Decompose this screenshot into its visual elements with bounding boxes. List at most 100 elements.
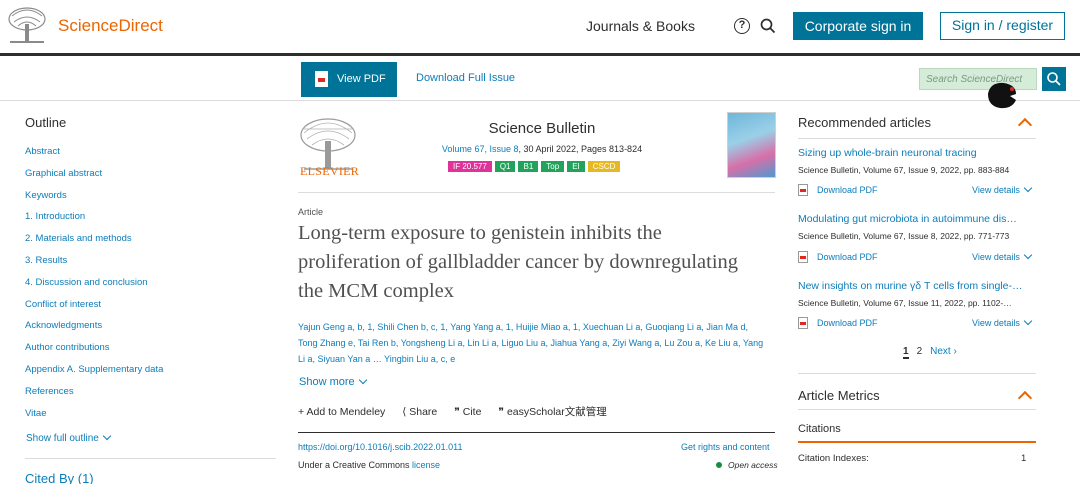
recommended-article-meta: Science Bulletin, Volume 67, Issue 11, 2…: [798, 298, 1012, 308]
download-pdf-link[interactable]: Download PDF: [798, 251, 878, 263]
view-details-link[interactable]: View details: [972, 316, 1033, 328]
page-2-link[interactable]: 2: [917, 346, 923, 357]
pacman-cursor-icon: [988, 82, 1016, 109]
get-rights-link[interactable]: Get rights and content: [681, 442, 770, 452]
volume-info: Volume 67, Issue 8, 30 April 2022, Pages…: [420, 144, 664, 154]
outline-list: Abstract Graphical abstract Keywords 1. …: [25, 146, 163, 429]
divider: [798, 409, 1036, 410]
author-list[interactable]: Yajun Geng a, b, 1, Shili Chen b, c, 1, …: [298, 319, 768, 367]
show-more-button[interactable]: Show more: [299, 375, 367, 388]
corporate-signin-button[interactable]: Corporate sign in: [793, 12, 923, 40]
pdf-file-icon: [798, 251, 808, 263]
outline-item[interactable]: Keywords: [25, 190, 163, 212]
outline-item[interactable]: Appendix A. Supplementary data: [25, 364, 163, 386]
top-header: ScienceDirect Journals & Books ? Corpora…: [0, 0, 1080, 56]
download-pdf-link[interactable]: Download PDF: [798, 184, 878, 196]
outline-item[interactable]: Abstract: [25, 146, 163, 168]
recommended-pagination: 1 2 Next ›: [903, 346, 965, 359]
citations-label: Citations: [798, 423, 841, 435]
outline-item[interactable]: 4. Discussion and conclusion: [25, 277, 163, 299]
volume-issue-link[interactable]: Volume 67, Issue 8: [442, 144, 519, 154]
chevron-down-icon: [1023, 250, 1033, 260]
divider: [798, 373, 1036, 374]
outline-item[interactable]: Acknowledgments: [25, 320, 163, 342]
help-icon[interactable]: ?: [734, 18, 750, 34]
license-line: Under a Creative Commons license: [298, 460, 440, 470]
quote-icon: ❞: [454, 406, 463, 418]
download-full-issue-link[interactable]: Download Full Issue: [416, 72, 515, 84]
recommended-article-meta: Science Bulletin, Volume 67, Issue 9, 20…: [798, 165, 1010, 175]
show-full-outline-label: Show full outline: [26, 433, 99, 444]
journal-title[interactable]: Science Bulletin: [440, 120, 644, 137]
article-title: Long-term exposure to genistein inhibits…: [298, 222, 739, 302]
outline-item[interactable]: References: [25, 386, 163, 408]
easyscholar-button[interactable]: ❞ easyScholar文献管理: [498, 404, 606, 419]
outline-item[interactable]: 3. Results: [25, 255, 163, 277]
search-icon[interactable]: [760, 18, 776, 34]
recommended-article-title[interactable]: Modulating gut microbiota in autoimmune …: [798, 213, 1036, 225]
elsevier-wordmark: ELSEVIER: [300, 164, 360, 178]
outline-item[interactable]: Conflict of interest: [25, 299, 163, 321]
search-submit-button[interactable]: [1042, 67, 1066, 91]
cited-by-heading[interactable]: Cited By (1): [25, 471, 94, 484]
license-link[interactable]: license: [412, 460, 440, 470]
outline-item[interactable]: 1. Introduction: [25, 211, 163, 233]
open-access-label: Open access: [728, 460, 778, 470]
elsevier-tree-logo-icon[interactable]: [6, 6, 48, 44]
recommended-article-title[interactable]: New insights on murine γδ T cells from s…: [798, 280, 1036, 292]
download-pdf-label: Download PDF: [817, 252, 878, 262]
outline-item[interactable]: Graphical abstract: [25, 168, 163, 190]
open-access-status: Open access: [716, 460, 778, 470]
volume-date-pages: , 30 April 2022, Pages 813-824: [518, 144, 643, 154]
pdf-file-icon: [798, 184, 808, 196]
badge-impact-factor: IF 20.577: [448, 161, 492, 172]
show-more-label: Show more: [299, 376, 355, 388]
divider: [798, 441, 1036, 443]
article-type-label: Article: [298, 207, 324, 217]
view-details-link[interactable]: View details: [972, 183, 1033, 195]
next-page-link[interactable]: Next ›: [930, 346, 957, 357]
article-metrics-heading: Article Metrics: [798, 388, 880, 403]
cite-label: Cite: [462, 406, 482, 418]
search-icon: [1047, 72, 1061, 86]
page-current[interactable]: 1: [903, 346, 909, 359]
download-pdf-label: Download PDF: [817, 185, 878, 195]
chevron-down-icon: [358, 375, 367, 385]
signin-register-button[interactable]: Sign in / register: [940, 12, 1065, 40]
divider: [25, 458, 276, 459]
journals-books-link[interactable]: Journals & Books: [586, 18, 695, 34]
view-pdf-button[interactable]: View PDF: [301, 62, 397, 97]
open-access-dot-icon: [716, 462, 722, 468]
sciencedirect-brand[interactable]: ScienceDirect: [58, 16, 163, 36]
recommended-article-title[interactable]: Sizing up whole-brain neuronal tracing: [798, 147, 1036, 159]
add-to-mendeley-button[interactable]: + Add to Mendeley: [298, 406, 385, 418]
recommended-heading: Recommended articles: [798, 115, 931, 130]
doi-link[interactable]: https://doi.org/10.1016/j.scib.2022.01.0…: [298, 442, 462, 452]
download-pdf-link[interactable]: Download PDF: [798, 317, 878, 329]
journal-cover-image[interactable]: [727, 112, 776, 178]
badge-ei: EI: [567, 161, 585, 172]
view-details-link[interactable]: View details: [972, 250, 1033, 262]
view-details-label: View details: [972, 318, 1020, 328]
share-label: Share: [409, 406, 438, 418]
show-full-outline-button[interactable]: Show full outline: [26, 431, 112, 444]
cite-button[interactable]: ❞ Cite: [454, 406, 481, 418]
article-actions: + Add to Mendeley ⟨ Share ❞ Cite ❞ easyS…: [298, 404, 621, 419]
share-button[interactable]: ⟨ Share: [402, 406, 437, 418]
chevron-down-icon: [1023, 183, 1033, 193]
recommended-article-meta: Science Bulletin, Volume 67, Issue 8, 20…: [798, 231, 1010, 241]
license-prefix: Under a Creative Commons: [298, 460, 413, 470]
outline-item[interactable]: Author contributions: [25, 342, 163, 364]
download-pdf-label: Download PDF: [817, 318, 878, 328]
outline-item[interactable]: Vitae: [25, 408, 163, 430]
search-input[interactable]: Search ScienceDirect: [919, 68, 1037, 90]
badge-top: Top: [541, 161, 565, 172]
chevron-up-icon[interactable]: [1017, 117, 1033, 133]
chevron-up-icon[interactable]: [1017, 390, 1033, 406]
badge-q1: Q1: [494, 161, 516, 172]
article-toolbar: View PDF Download Full Issue Search Scie…: [0, 59, 1080, 101]
pdf-file-icon: [315, 71, 328, 87]
chevron-right-icon: ›: [953, 346, 957, 357]
outline-item[interactable]: 2. Materials and methods: [25, 233, 163, 255]
badge-cscd: CSCD: [587, 161, 621, 172]
